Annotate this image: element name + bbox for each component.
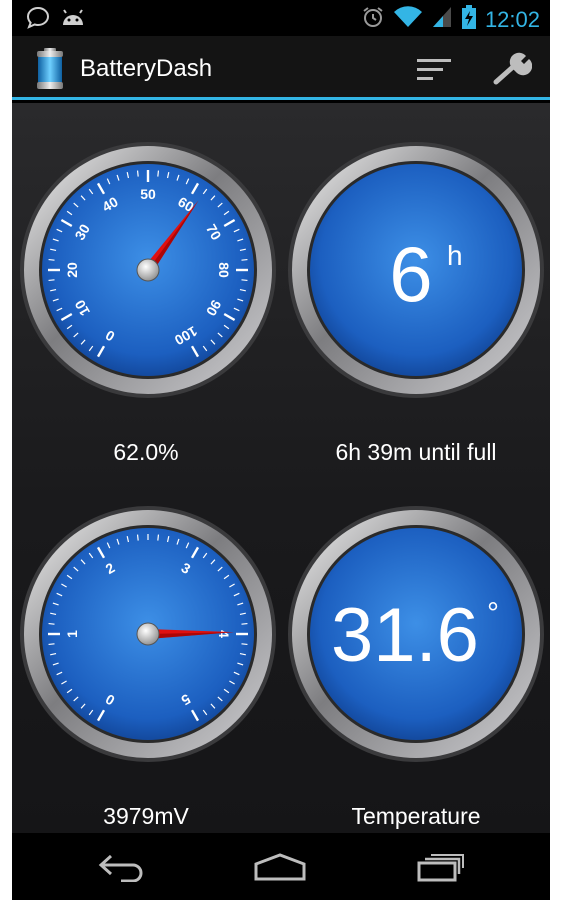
temperature-gauge[interactable]: 31.6 °: [287, 505, 545, 763]
minor-tick: [241, 279, 248, 282]
home-button[interactable]: [240, 847, 320, 887]
recent-apps-icon: [417, 854, 464, 882]
minor-tick: [48, 258, 55, 261]
clock: 12:02: [484, 6, 540, 32]
voltage-label: 3979mV: [103, 803, 189, 829]
minor-tick: [48, 643, 55, 646]
minor-tick: [241, 643, 248, 646]
voltage-gauge[interactable]: 012 345: [19, 505, 277, 763]
sort-button[interactable]: [412, 50, 456, 90]
dashboard-content: 0 10 20 30 40 50 60 70 80 90 100 62.0% 6h 6h 39m u…: [12, 103, 550, 833]
minor-tick: [136, 170, 139, 177]
dial-tick-label: 1: [64, 630, 80, 638]
signal-icon: [431, 5, 453, 34]
temperature-value: 31.6: [331, 593, 479, 678]
battery-level-gauge[interactable]: 010203040 50 60708090100: [19, 141, 277, 399]
dial-tick-label: 50: [140, 186, 156, 202]
app-title: BatteryDash: [80, 55, 213, 82]
status-bar: 12:02: [12, 0, 550, 36]
temperature-label: Temperature: [351, 803, 481, 829]
minor-tick: [157, 170, 160, 177]
home-icon: [254, 853, 306, 881]
time-until-full-gauge[interactable]: 6h: [287, 141, 545, 399]
phone-screen: 12:02 BatteryDash 0 10 20 30 40 50 60 70…: [12, 0, 550, 900]
battery-icon[interactable]: [34, 48, 66, 95]
wifi-icon: [393, 5, 423, 34]
minor-tick: [48, 622, 55, 625]
minor-tick: [136, 534, 139, 541]
time-unit: h: [447, 240, 463, 271]
dial-tick-label: 20: [64, 262, 80, 278]
battery-charging-icon: [461, 4, 477, 35]
temperature-unit: °: [487, 597, 499, 630]
time-value: 6: [389, 230, 432, 318]
alarm-icon: [361, 5, 385, 34]
settings-button[interactable]: [488, 48, 536, 92]
needle-hub: [136, 258, 160, 282]
needle-hub: [136, 622, 160, 646]
chat-bubble-icon: [26, 6, 50, 35]
recent-apps-button[interactable]: [400, 847, 480, 887]
navigation-bar: [12, 833, 550, 900]
android-icon: [60, 7, 86, 34]
time-until-full-label: 6h 39m until full: [335, 439, 497, 465]
sort-icon: [417, 59, 451, 80]
minor-tick: [157, 534, 160, 541]
action-bar: BatteryDash: [12, 36, 550, 100]
back-icon: [98, 854, 143, 882]
battery-level-label: 62.0%: [113, 439, 179, 465]
minor-tick: [241, 622, 248, 625]
back-button[interactable]: [82, 847, 162, 887]
wrench-icon: [493, 52, 532, 85]
dial-tick-label: 4: [216, 630, 232, 638]
minor-tick: [48, 279, 55, 282]
minor-tick: [241, 258, 248, 261]
dial-tick-label: 80: [216, 262, 232, 278]
